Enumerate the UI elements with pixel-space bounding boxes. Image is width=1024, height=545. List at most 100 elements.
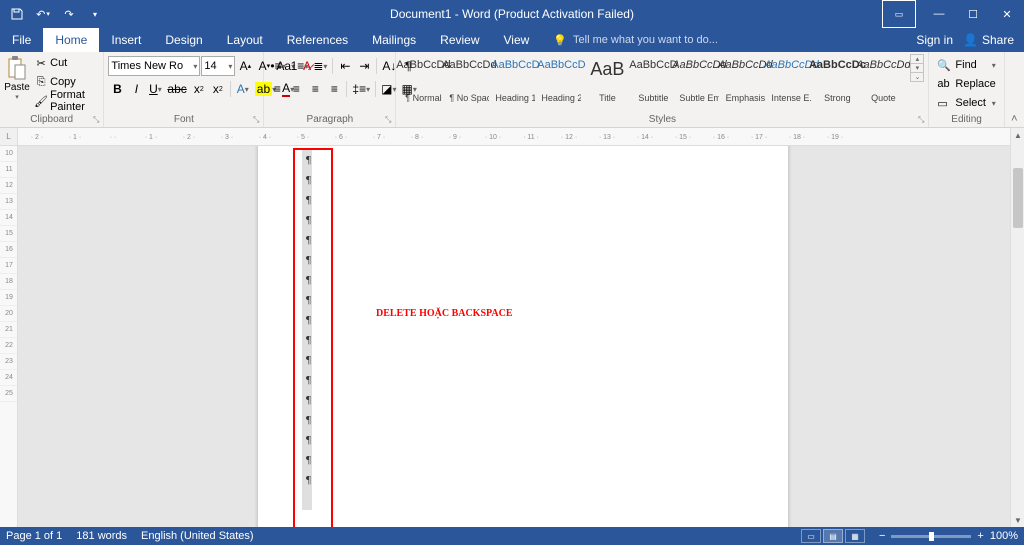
style-preview: AaBbCcD <box>629 59 677 71</box>
tab-review[interactable]: Review <box>428 28 491 52</box>
styles-launcher-icon[interactable]: ⤡ <box>918 113 924 127</box>
share-label: Share <box>982 33 1014 47</box>
zoom-level[interactable]: 100% <box>990 530 1018 542</box>
line-spacing-button[interactable]: ‡≡▾ <box>350 79 372 99</box>
justify-button[interactable]: ≡ <box>325 79 343 99</box>
increase-indent-button[interactable]: ⇥ <box>355 56 373 76</box>
vertical-scrollbar[interactable]: ▲ ▼ <box>1010 128 1024 527</box>
tab-home[interactable]: Home <box>43 28 99 52</box>
bold-button[interactable]: B <box>108 79 126 99</box>
document-area[interactable]: DELETE HOẶC BACKSPACE <box>18 146 1010 527</box>
undo-button[interactable]: ↶▾ <box>32 3 54 25</box>
numbering-button[interactable]: 1≡▾ <box>289 56 311 76</box>
bullets-button[interactable]: •≡▾ <box>268 56 287 76</box>
document-title: Document1 - Word (Product Activation Fai… <box>390 7 634 21</box>
format-painter-label: Format Painter <box>50 89 97 113</box>
align-left-button[interactable]: ≡ <box>268 79 286 99</box>
paste-button[interactable]: Paste ▾ <box>4 54 30 101</box>
zoom-out-button[interactable]: − <box>879 530 885 542</box>
style-name: Quote <box>863 93 903 103</box>
vertical-ruler[interactable]: L 10111213141516171819202122232425 <box>0 128 18 527</box>
tab-view[interactable]: View <box>492 28 542 52</box>
align-center-button[interactable]: ≡ <box>287 79 305 99</box>
language-indicator[interactable]: English (United States) <box>141 530 254 542</box>
zoom-control: − + 100% <box>879 530 1018 542</box>
font-name-value: Times New Ro <box>111 60 183 72</box>
style-item-quote[interactable]: AaBbCcDdQuote <box>860 54 906 106</box>
scrollbar-thumb[interactable] <box>1013 168 1023 228</box>
underline-button[interactable]: U▾ <box>146 79 164 99</box>
format-painter-button[interactable]: 🖌Format Painter <box>32 92 99 110</box>
find-icon: 🔍 <box>937 59 951 72</box>
italic-button[interactable]: I <box>127 79 145 99</box>
styles-gallery-more[interactable]: ▴▾⌄ <box>910 54 924 82</box>
group-styles: AaBbCcDd¶ NormalAaBbCcDd¶ No Spac...AaBb… <box>396 52 929 127</box>
group-paragraph: •≡▾ 1≡▾ ≣▾ ⇤ ⇥ A↓ ¶ ≡ ≡ ≡ ≡ ‡≡▾ ◪▾ ▦▾ <box>264 52 396 127</box>
minimize-button[interactable]: — <box>922 0 956 28</box>
decrease-indent-button[interactable]: ⇤ <box>336 56 354 76</box>
style-item-emphasis[interactable]: AaBbCcDdEmphasis <box>722 54 768 106</box>
share-icon: 👤 <box>963 33 978 47</box>
style-item-strong[interactable]: AaBbCcDcStrong <box>814 54 860 106</box>
style-name: Intense E... <box>771 93 811 103</box>
cut-button[interactable]: ✂Cut <box>32 54 99 72</box>
subscript-button[interactable]: x2 <box>190 79 208 99</box>
align-right-button[interactable]: ≡ <box>306 79 324 99</box>
tab-selector-icon[interactable]: L <box>0 128 17 146</box>
collapse-ribbon-button[interactable]: ˄ <box>1005 52 1024 127</box>
font-size-combo[interactable]: 14▾ <box>201 56 235 76</box>
clipboard-launcher-icon[interactable]: ⤡ <box>93 113 99 127</box>
strikethrough-button[interactable]: abc <box>165 79 188 99</box>
print-layout-button[interactable]: ▤ <box>823 529 843 543</box>
web-layout-button[interactable]: ▦ <box>845 529 865 543</box>
zoom-slider[interactable] <box>891 535 971 538</box>
ribbon-display-options-icon[interactable]: ▭ <box>882 0 916 28</box>
share-button[interactable]: 👤 Share <box>963 33 1014 47</box>
close-button[interactable]: ✕ <box>990 0 1024 28</box>
select-button[interactable]: ▭Select▾ <box>933 94 999 112</box>
page[interactable]: DELETE HOẶC BACKSPACE <box>258 146 788 527</box>
scroll-down-icon[interactable]: ▼ <box>1011 513 1024 527</box>
title-bar: ↶▾ ↷ ▾ Document1 - Word (Product Activat… <box>0 0 1024 28</box>
style-item-heading-1[interactable]: AaBbCcDHeading 1 <box>492 54 538 106</box>
font-name-combo[interactable]: Times New Ro▾ <box>108 56 200 76</box>
style-item-intense-e-[interactable]: AaBbCcDdIntense E... <box>768 54 814 106</box>
multilevel-list-button[interactable]: ≣▾ <box>311 56 329 76</box>
tab-mailings[interactable]: Mailings <box>360 28 428 52</box>
word-count[interactable]: 181 words <box>76 530 127 542</box>
tab-design[interactable]: Design <box>153 28 214 52</box>
style-item-subtitle[interactable]: AaBbCcDSubtitle <box>630 54 676 106</box>
tab-file[interactable]: File <box>0 28 43 52</box>
zoom-slider-knob[interactable] <box>929 532 934 541</box>
grow-font-button[interactable]: A▴ <box>236 56 254 76</box>
style-item-heading-2[interactable]: AaBbCcDHeading 2 <box>538 54 584 106</box>
style-item-subtle-em-[interactable]: AaBbCcDdSubtle Em... <box>676 54 722 106</box>
qat-customize-icon[interactable]: ▾ <box>84 3 106 25</box>
tab-layout[interactable]: Layout <box>215 28 275 52</box>
replace-button[interactable]: abReplace <box>933 75 999 93</box>
save-icon[interactable] <box>6 3 28 25</box>
paragraph-launcher-icon[interactable]: ⤡ <box>385 113 391 127</box>
zoom-in-button[interactable]: + <box>977 530 983 542</box>
superscript-button[interactable]: x2 <box>209 79 227 99</box>
style-preview: AaBbCcD <box>491 59 539 71</box>
sign-in-link[interactable]: Sign in <box>916 33 953 47</box>
scroll-up-icon[interactable]: ▲ <box>1011 128 1024 142</box>
style-item--normal[interactable]: AaBbCcDd¶ Normal <box>400 54 446 106</box>
horizontal-ruler[interactable]: · 2 ·· 1 ·· ·· 1 ·· 2 ·· 3 ·· 4 ·· 5 ·· … <box>18 128 1010 146</box>
font-launcher-icon[interactable]: ⤡ <box>253 113 259 127</box>
tell-me-search[interactable]: 💡 Tell me what you want to do... <box>541 28 906 52</box>
tab-references[interactable]: References <box>275 28 360 52</box>
select-label: Select <box>955 97 986 109</box>
account-area: Sign in 👤 Share <box>906 28 1024 52</box>
text-effects-button[interactable]: A▾ <box>234 79 252 99</box>
find-button[interactable]: 🔍Find▾ <box>933 56 999 74</box>
page-indicator[interactable]: Page 1 of 1 <box>6 530 62 542</box>
style-item-title[interactable]: AaBTitle <box>584 54 630 106</box>
read-mode-button[interactable]: ▭ <box>801 529 821 543</box>
tab-insert[interactable]: Insert <box>99 28 153 52</box>
style-item--no-spac-[interactable]: AaBbCcDd¶ No Spac... <box>446 54 492 106</box>
ribbon-tabs: File Home Insert Design Layout Reference… <box>0 28 1024 52</box>
maximize-button[interactable]: ☐ <box>956 0 990 28</box>
redo-button[interactable]: ↷ <box>58 3 80 25</box>
